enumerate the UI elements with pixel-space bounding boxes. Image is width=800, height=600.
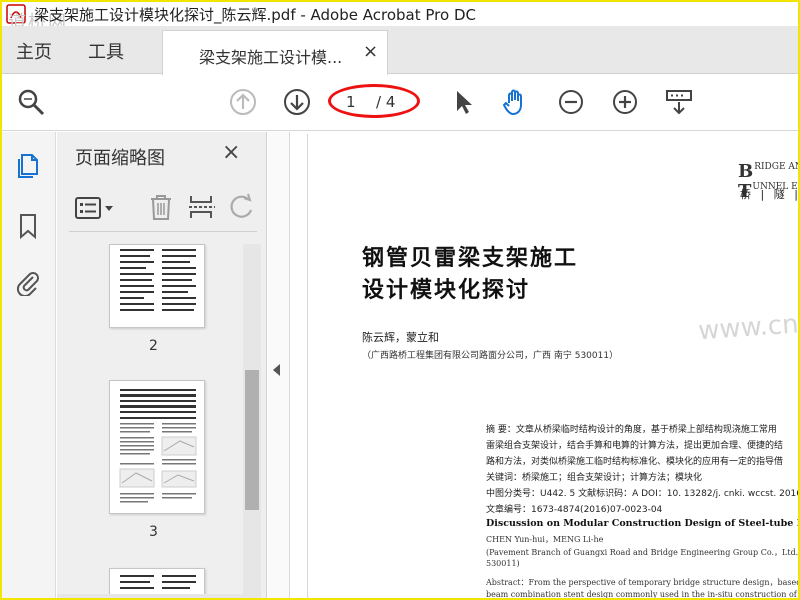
hand-icon[interactable] bbox=[500, 87, 530, 117]
tab-tools[interactable]: 工具 bbox=[88, 38, 124, 64]
thumbnail-page-2[interactable] bbox=[109, 244, 205, 328]
bookmark-icon[interactable] bbox=[14, 212, 42, 240]
page-thumbnails-panel: 页面缩略图 × 2 3 bbox=[57, 132, 267, 598]
title-bar: 道桥网 梁支架施工设计模块化探讨_陈云辉.pdf - Adobe Acrobat… bbox=[2, 2, 798, 33]
english-title: Discussion on Modular Construction Desig… bbox=[486, 518, 798, 529]
navigation-rail bbox=[2, 132, 56, 598]
abstract-line: 雷梁组合支架设计，结合手算和电算的计算方法，提出更加合理、便捷的结 bbox=[486, 441, 784, 451]
page-thumbnails-icon[interactable] bbox=[14, 152, 42, 180]
english-affiliation: (Pavement Branch of Guangxi Road and Bri… bbox=[486, 548, 798, 557]
classification-line: 中图分类号：U442. 5 文献标识码：A DOI：10. 13282/j. c… bbox=[486, 489, 798, 499]
article-number-line: 文章编号：1673-4874(2016)07-0023-04 bbox=[486, 505, 663, 515]
site-watermark-text: www.cnbzh.com bbox=[697, 301, 798, 347]
thumbnail-options-icon[interactable] bbox=[75, 196, 115, 220]
thumbnail-page-number: 3 bbox=[149, 524, 158, 540]
extract-page-icon[interactable] bbox=[187, 192, 217, 222]
thumbnail-page-number: 2 bbox=[149, 338, 158, 354]
collapse-arrow-icon[interactable] bbox=[273, 364, 280, 376]
tab-document[interactable]: 梁支架施工设计模... × bbox=[162, 30, 388, 75]
tab-document-label: 梁支架施工设计模... bbox=[199, 48, 343, 67]
app-window: 道桥网 梁支架施工设计模块化探讨_陈云辉.pdf - Adobe Acrobat… bbox=[0, 0, 800, 600]
thumbnail-horizontal-scrollbar[interactable] bbox=[57, 594, 243, 598]
abstract-line: 摘 要：文章从桥梁临时结构设计的角度，基于桥梁上部结构现浇施工常用 bbox=[486, 425, 777, 435]
document-view[interactable]: BRIDGE AND TUNNEL ENG 桥 | 隧 | 工 钢管贝雷梁支架施… bbox=[291, 132, 798, 599]
thumbnail-scrollbar[interactable] bbox=[243, 244, 261, 598]
page-up-icon[interactable] bbox=[228, 87, 258, 117]
document-page: BRIDGE AND TUNNEL ENG 桥 | 隧 | 工 钢管贝雷梁支架施… bbox=[307, 134, 798, 599]
english-affiliation-cont: 530011) bbox=[486, 559, 520, 568]
search-icon[interactable] bbox=[16, 87, 46, 117]
abstract-line: 路和方法，对类似桥梁施工临时结构标准化、模块化的应用有一定的指导借 bbox=[486, 457, 784, 467]
close-panel-button[interactable]: × bbox=[222, 140, 240, 165]
read-mode-icon[interactable] bbox=[664, 87, 694, 117]
tab-bar: 主页 工具 梁支架施工设计模... × bbox=[2, 26, 798, 75]
english-authors: CHEN Yun-hui，MENG Li-he bbox=[486, 535, 604, 544]
rotate-page-icon[interactable] bbox=[227, 192, 257, 222]
thumbnail-page-3-preview bbox=[119, 389, 197, 503]
thumbnail-page-3[interactable] bbox=[109, 380, 205, 514]
page-down-icon[interactable] bbox=[282, 87, 312, 117]
thumbnail-scrollbar-thumb[interactable] bbox=[245, 370, 259, 510]
english-abstract-line: Abstract：From the perspective of tempora… bbox=[486, 578, 798, 587]
panel-title: 页面缩略图 bbox=[75, 148, 165, 169]
paper-title-line-1: 钢管贝雷梁支架施工 bbox=[362, 246, 579, 271]
zoom-in-icon[interactable] bbox=[610, 87, 640, 117]
attachment-icon[interactable] bbox=[14, 268, 42, 296]
paper-title-line-2: 设计模块化探讨 bbox=[362, 278, 531, 303]
select-arrow-icon[interactable] bbox=[448, 87, 478, 117]
red-annotation-ellipse bbox=[328, 84, 420, 118]
paper-authors: 陈云辉，蒙立和 bbox=[362, 331, 439, 344]
window-title: 梁支架施工设计模块化探讨_陈云辉.pdf - Adobe Acrobat Pro… bbox=[34, 6, 476, 24]
paper-affiliation: （广西路桥工程集团有限公司路面分公司，广西 南宁 530011） bbox=[362, 351, 619, 361]
zoom-out-icon[interactable] bbox=[556, 87, 586, 117]
thumbnail-page-2-preview bbox=[120, 249, 196, 311]
thumbnail-toolbar bbox=[69, 182, 257, 232]
journal-name-cn: 桥 | 隧 | 工 bbox=[740, 188, 798, 201]
panel-collapse-strip[interactable] bbox=[268, 132, 290, 598]
keywords-line: 关键词：桥梁施工；组合支架设计；计算方法；模块化 bbox=[486, 473, 703, 483]
tab-home[interactable]: 主页 bbox=[16, 38, 52, 64]
close-tab-button[interactable]: × bbox=[363, 41, 378, 62]
delete-page-icon[interactable] bbox=[147, 192, 175, 222]
english-abstract-line: beam combination stent design commonly u… bbox=[486, 590, 798, 599]
toolbar: 1 / 4 bbox=[2, 75, 798, 131]
